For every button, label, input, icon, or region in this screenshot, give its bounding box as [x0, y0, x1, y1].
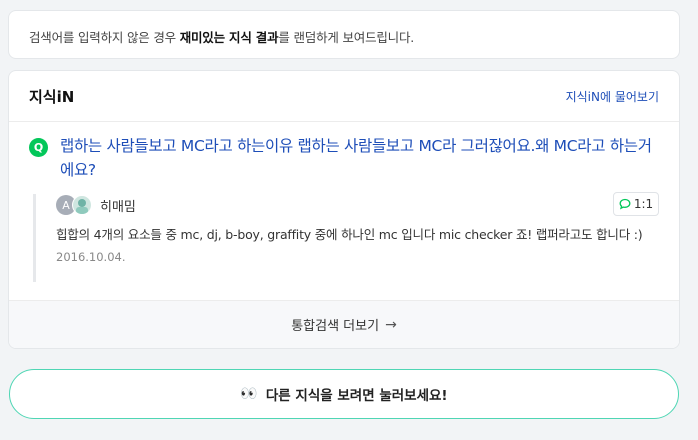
card-title: 지식iN [29, 87, 75, 106]
answer-nickname[interactable]: 히매밈 [100, 196, 136, 215]
comment-badge[interactable]: 1:1 [613, 192, 659, 216]
answer-text: 힙합의 4개의 요소들 중 mc, dj, b-boy, graffity 중에… [56, 227, 643, 242]
comment-count: 1:1 [633, 197, 654, 211]
ask-kin-link[interactable]: 지식iN에 물어보기 [566, 88, 659, 105]
answer-date: 2016.10.04. [56, 250, 126, 264]
eyes-icon: 👀 [240, 386, 258, 402]
other-knowledge-button[interactable]: 👀 다른 지식을 보려면 눌러보세요! [9, 369, 679, 419]
notice-prefix: 검색어를 입력하지 않은 경우 [29, 30, 180, 45]
cta-label: 다른 지식을 보려면 눌러보세요! [265, 388, 448, 404]
question-title-link[interactable]: 랩하는 사람들보고 MC라고 하는이유 랩하는 사람들보고 MC라 그러잖어요.… [60, 134, 659, 182]
arrow-right-icon: → [385, 316, 397, 333]
more-search-label: 통합검색 더보기 [291, 319, 380, 334]
notice-bold: 재미있는 지식 결과 [179, 30, 279, 45]
more-search-button[interactable]: 통합검색 더보기 → [9, 300, 679, 348]
kin-card: 지식iN 지식iN에 물어보기 Q 랩하는 사람들보고 MC라고 하는이유 랩하… [8, 70, 680, 349]
question-badge-icon: Q [29, 138, 48, 157]
card-header: 지식iN 지식iN에 물어보기 [9, 71, 679, 122]
random-notice: 검색어를 입력하지 않은 경우 재미있는 지식 결과를 랜덤하게 보여드립니다. [8, 10, 680, 59]
answer-header: A 히매밈 1:1 [56, 192, 659, 216]
profile-image-icon [72, 195, 92, 215]
comment-icon [619, 198, 631, 210]
question-row: Q 랩하는 사람들보고 MC라고 하는이유 랩하는 사람들보고 MC라 그러잖어… [29, 134, 659, 182]
notice-suffix: 를 랜덤하게 보여드립니다. [278, 30, 415, 45]
answer-block: A 히매밈 1:1 힙합의 4개의 요소들 중 mc, dj, b-boy, g… [33, 192, 659, 282]
